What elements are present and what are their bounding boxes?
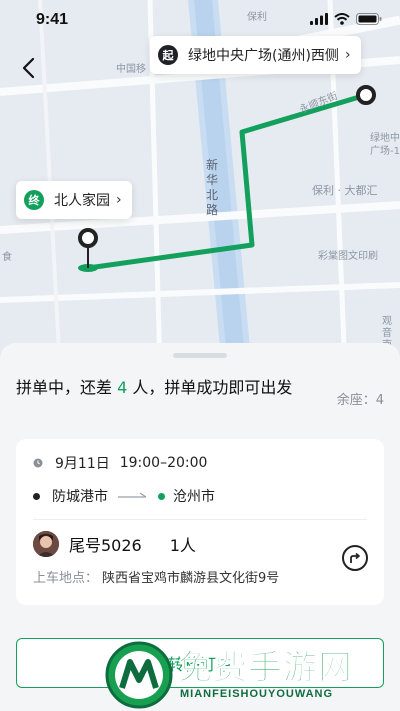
battery-icon bbox=[356, 13, 382, 25]
headline-prefix: 拼单中，还差 bbox=[16, 378, 118, 397]
chevron-left-icon bbox=[22, 57, 35, 79]
origin-city: 防城港市 bbox=[52, 489, 108, 505]
transfer-order-button[interactable]: 转移订单 bbox=[16, 638, 384, 688]
destination-dot bbox=[158, 492, 165, 500]
map-label-xinhua-north: 新华北路 bbox=[206, 158, 219, 217]
origin-dot bbox=[33, 492, 40, 500]
map-label-shi: 食 bbox=[2, 252, 12, 263]
map-label-caitang-print: 彩棠图文印刷 bbox=[318, 251, 378, 262]
trip-route-row: 防城港市 沧州市 bbox=[33, 486, 215, 506]
navigate-button[interactable] bbox=[342, 545, 368, 571]
remaining-seats: 余座：4 bbox=[336, 393, 384, 408]
start-tag: 起 bbox=[158, 45, 178, 65]
map-label-greenland-plaza: 绿地中广场-1 bbox=[370, 133, 400, 157]
map-view[interactable]: 中国移 保利 永顺东街 新华北路 绿地中广场-1 保利 · 大都汇 彩棠图文印刷… bbox=[0, 0, 400, 370]
passenger-count: 1人 bbox=[169, 536, 196, 555]
trip-time-row: 9月11日 19:00–20:00 bbox=[33, 453, 207, 473]
card-divider bbox=[33, 519, 367, 520]
navigation-icon bbox=[350, 552, 361, 563]
start-place-name: 绿地中央广场(通州)西侧 bbox=[188, 48, 339, 64]
back-button[interactable] bbox=[14, 54, 42, 82]
status-icons bbox=[310, 13, 382, 25]
headline-suffix: 人，拼单成功即可出发 bbox=[127, 378, 293, 397]
end-place-name: 北人家园 bbox=[54, 193, 110, 209]
pickup-label: 上车地点： bbox=[33, 571, 99, 586]
chevron-right-icon: › bbox=[116, 192, 122, 208]
status-time: 9:41 bbox=[36, 11, 69, 28]
trip-card[interactable]: 9月11日 19:00–20:00 防城港市 沧州市 尾号5026 1人 上车地… bbox=[16, 439, 384, 605]
clock-icon bbox=[33, 458, 43, 468]
bottom-sheet: 拼单中，还差 4 人，拼单成功即可出发 余座：4 9月11日 19:00–20:… bbox=[0, 343, 400, 711]
destination-city: 沧州市 bbox=[173, 489, 215, 505]
end-location-callout[interactable]: 终 北人家园 › bbox=[16, 181, 132, 219]
end-tag: 终 bbox=[24, 190, 44, 210]
trip-time-range: 19:00–20:00 bbox=[119, 455, 208, 471]
headline-missing-count: 4 bbox=[117, 378, 128, 397]
passenger-row: 尾号5026 1人 bbox=[33, 531, 196, 557]
pickup-location: 上车地点： 陕西省宝鸡市麟游县文化街9号 bbox=[33, 567, 279, 586]
status-bar: 9:41 bbox=[0, 0, 400, 40]
pickup-address: 陕西省宝鸡市麟游县文化街9号 bbox=[102, 571, 280, 586]
wifi-icon bbox=[334, 13, 350, 25]
start-location-callout[interactable]: 起 绿地中央广场(通州)西侧 › bbox=[150, 36, 361, 74]
phone-tail-number: 尾号5026 bbox=[69, 536, 142, 555]
arrow-right-icon bbox=[118, 492, 147, 498]
sheet-drag-handle[interactable] bbox=[173, 353, 227, 358]
avatar bbox=[33, 531, 59, 557]
carpool-status-headline: 拼单中，还差 4 人，拼单成功即可出发 bbox=[16, 375, 296, 400]
map-label-china-mobile: 中国移 bbox=[116, 64, 146, 75]
trip-date: 9月11日 bbox=[55, 456, 110, 472]
chevron-right-icon: › bbox=[344, 47, 351, 63]
map-label-baoli-duhui: 保利 · 大都汇 bbox=[312, 184, 378, 197]
signal-icon bbox=[310, 13, 328, 25]
